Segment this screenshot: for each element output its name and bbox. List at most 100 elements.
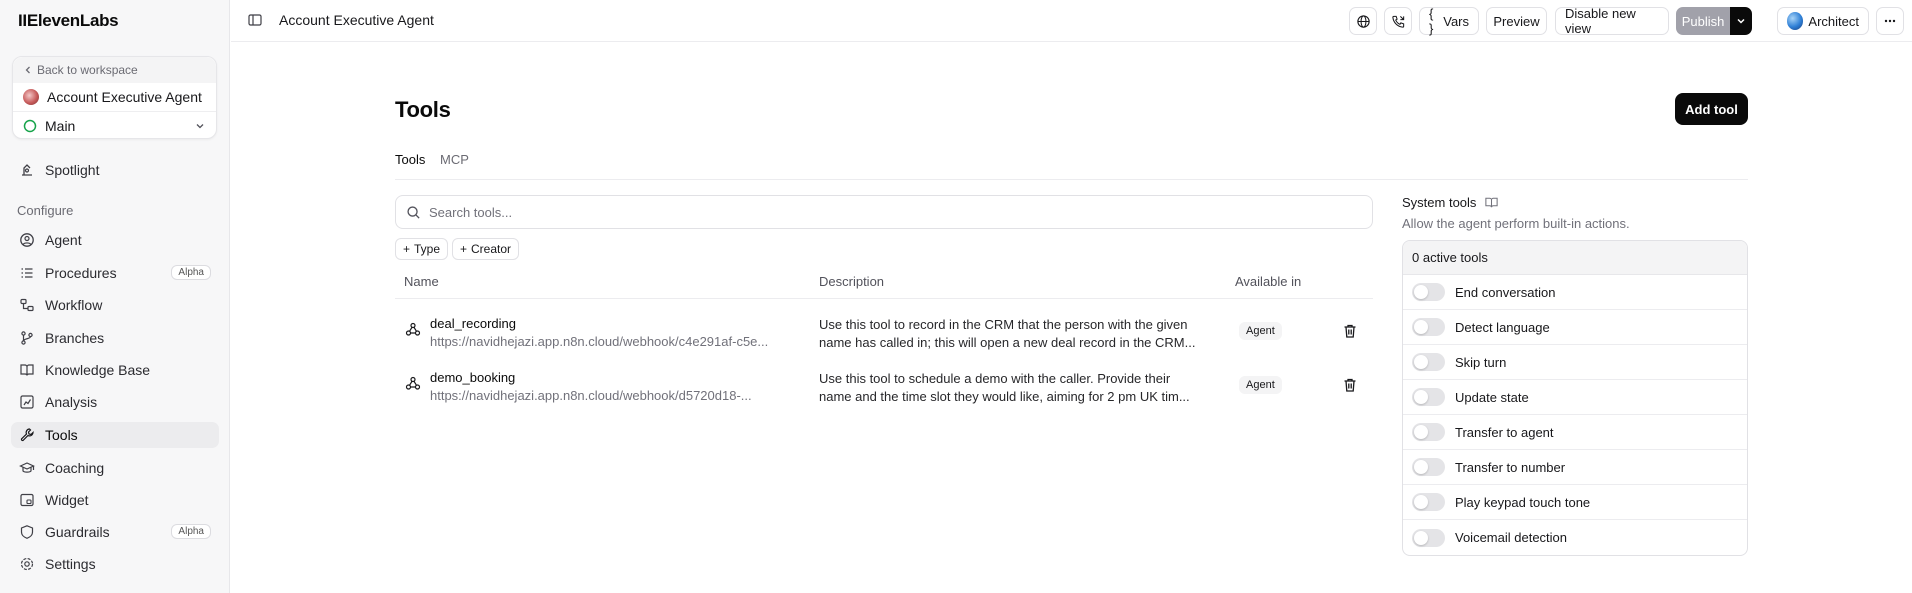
system-tool-transfer-to-agent: Transfer to agent [1403,415,1747,450]
column-header-available-in: Available in [1235,274,1302,289]
tool-name: demo_booking [430,370,516,385]
transfer-to-number-toggle[interactable] [1412,458,1445,476]
system-tool-label: Voicemail detection [1455,530,1568,545]
sidebar-item-label: Workflow [45,297,103,313]
shield-icon [19,524,35,540]
toggle-sidebar-icon[interactable] [247,12,263,28]
brand-logo[interactable]: IIElevenLabs [18,11,119,31]
agent-title: Account Executive Agent [279,12,434,28]
architect-avatar [1787,12,1804,30]
sidebar-item-label: Branches [45,330,105,346]
widget-icon [19,492,35,508]
globe-icon [1356,14,1371,29]
type-filter-button[interactable]: + Type [395,238,449,260]
tab-mcp[interactable]: MCP [440,152,469,167]
vars-button[interactable]: { } Vars [1419,6,1479,36]
sidebar-item-workflow[interactable]: Workflow [11,292,219,318]
git-branch-icon [19,330,35,346]
agent-selector[interactable]: Account Executive Agent [13,83,216,112]
sidebar-item-settings[interactable]: Settings [11,551,219,577]
sidebar-item-guardrails[interactable]: Guardrails Alpha [11,519,219,545]
preview-button[interactable]: Preview [1486,7,1547,35]
system-tools-title: System tools [1402,195,1477,210]
branch-selector[interactable]: Main [13,112,216,140]
end-conversation-toggle[interactable] [1412,283,1445,301]
configure-section-label: Configure [17,203,74,218]
voicemail-detection-toggle[interactable] [1412,528,1445,547]
search-box [395,195,1373,229]
system-tool-label: End conversation [1455,284,1556,300]
sidebar-item-label: Widget [45,492,89,508]
agent-name: Account Executive Agent [47,89,202,105]
system-tool-label: Update state [1455,389,1529,405]
book-open-icon[interactable] [1484,195,1499,210]
topbar: Account Executive Agent { } Vars Preview… [231,0,1912,42]
sidebar-item-widget[interactable]: Widget [11,487,219,513]
back-to-workspace-button[interactable]: Back to workspace [13,57,216,83]
gear-icon [19,556,35,572]
more-options-button[interactable] [1876,7,1904,35]
alpha-badge: Alpha [171,265,211,280]
sidebar: IIElevenLabs Back to workspace Account E… [0,0,230,593]
sidebar-item-coaching[interactable]: Coaching [11,455,219,481]
workflow-icon [19,297,35,313]
preview-label: Preview [1493,13,1540,29]
sidebar-item-label: Settings [45,556,96,572]
update-state-toggle[interactable] [1412,388,1445,406]
skip-turn-toggle[interactable] [1412,353,1445,371]
agent-avatar [23,89,39,105]
sidebar-item-label: Coaching [45,460,105,476]
tool-name: deal_recording [430,316,517,331]
vars-label: Vars [1443,13,1469,29]
play-keypad-touch-tone-toggle[interactable] [1412,493,1445,511]
table-row[interactable]: deal_recording https://navidhejazi.app.n… [395,307,1373,361]
spotlight-icon [19,162,35,178]
filter-label: Creator [471,242,512,256]
book-icon [19,362,35,378]
chart-icon [19,394,35,410]
filter-label: Type [414,242,441,256]
branch-name: Main [45,118,76,134]
creator-filter-button[interactable]: + Creator [452,238,520,260]
sidebar-item-branches[interactable]: Branches [11,325,219,351]
sidebar-item-spotlight[interactable]: Spotlight [11,157,219,183]
sidebar-item-tools[interactable]: Tools [11,422,219,448]
description-line: name and the time slot they would like, … [819,389,1190,404]
trash-icon[interactable] [1342,323,1358,339]
branch-circle-icon [23,119,37,133]
wrench-icon [19,427,35,443]
test-call-button[interactable] [1384,7,1412,35]
sidebar-item-label: Knowledge Base [45,362,151,378]
graduation-cap-icon [19,460,35,476]
add-tool-button[interactable]: Add tool [1675,93,1748,125]
system-tool-label: Transfer to agent [1455,424,1554,440]
disable-new-view-button[interactable]: Disable new view [1555,6,1669,36]
transfer-to-agent-toggle[interactable] [1412,423,1445,441]
tab-tools[interactable]: Tools [395,152,425,167]
page-title: Tools [395,97,451,122]
system-tool-label: Transfer to number [1455,459,1566,475]
sidebar-item-agent[interactable]: Agent [11,227,219,253]
search-icon [406,205,421,220]
sidebar-item-procedures[interactable]: Procedures Alpha [11,260,219,286]
publish-options-button[interactable] [1730,7,1752,35]
sidebar-item-label: Guardrails [45,524,110,540]
sidebar-item-knowledge-base[interactable]: Knowledge Base [11,357,219,383]
search-input[interactable] [429,204,1329,220]
chevron-down-icon [194,120,206,132]
tool-description: Use this tool to schedule a demo with th… [819,370,1209,406]
system-tool-update-state: Update state [1403,380,1747,415]
description-line: name has called in; this will open a new… [819,335,1196,350]
disable-new-view-label: Disable new view [1565,6,1636,36]
detect-language-toggle[interactable] [1412,318,1445,336]
plus-icon: + [460,242,468,256]
webhook-icon [405,375,421,391]
table-row[interactable]: demo_booking https://navidhejazi.app.n8n… [395,361,1373,415]
trash-icon[interactable] [1342,377,1358,393]
system-tool-voicemail-detection: Voicemail detection [1403,520,1747,555]
sidebar-item-analysis[interactable]: Analysis [11,389,219,415]
publish-button[interactable]: Publish [1676,7,1730,35]
language-button[interactable] [1349,7,1377,35]
architect-button[interactable]: Architect [1777,7,1869,35]
more-horizontal-icon [1883,14,1897,28]
